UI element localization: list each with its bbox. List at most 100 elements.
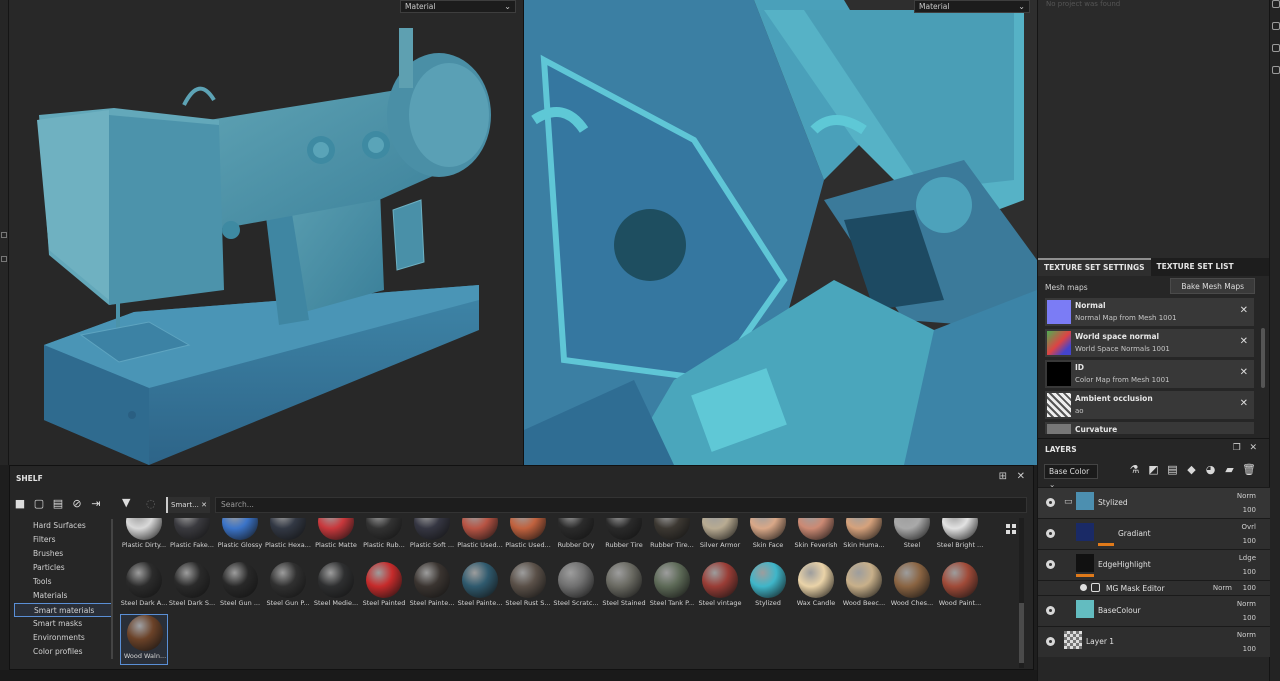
material-thumbnail[interactable]: Steel Painted bbox=[360, 562, 408, 613]
material-thumbnail[interactable]: Plastic Matte bbox=[312, 518, 360, 555]
material-thumbnail[interactable]: Steel bbox=[888, 518, 936, 555]
close-icon[interactable]: ✕ bbox=[1240, 336, 1248, 347]
layer-opacity[interactable]: 100 bbox=[1243, 614, 1256, 622]
material-thumbnail[interactable]: Plastic Soft ... bbox=[408, 518, 456, 555]
new-item-icon[interactable]: ▢ bbox=[33, 498, 45, 510]
hide-icon[interactable]: ⊘ bbox=[71, 498, 83, 510]
visibility-eye-icon[interactable] bbox=[1046, 529, 1055, 538]
layer-row[interactable]: BaseColour Norm 100 bbox=[1038, 595, 1270, 626]
material-grid-scrollbar[interactable] bbox=[1019, 518, 1024, 668]
toolbar-icon[interactable] bbox=[1272, 22, 1280, 30]
layer-opacity[interactable]: 100 bbox=[1243, 568, 1256, 576]
viewport-3d-mode-dropdown[interactable]: Material ⌄ bbox=[400, 0, 516, 13]
active-filter-chip[interactable]: Smart... ✕ bbox=[166, 497, 210, 513]
mesh-map-normal[interactable]: Normal Normal Map from Mesh 1001 ✕ bbox=[1045, 298, 1254, 326]
material-thumbnail[interactable]: Steel Medie... bbox=[312, 562, 360, 613]
material-thumbnail[interactable]: Steel Rust S... bbox=[504, 562, 552, 613]
close-icon[interactable]: ✕ bbox=[1017, 471, 1025, 482]
tool-icon[interactable] bbox=[1, 232, 7, 238]
sort-icon[interactable]: ◌ bbox=[146, 497, 156, 510]
import-icon[interactable]: ⇥ bbox=[90, 498, 102, 510]
material-thumbnail[interactable]: Wood Paint... bbox=[936, 562, 984, 613]
viewport-3d[interactable]: Material ⌄ bbox=[9, 0, 523, 465]
material-thumbnail[interactable]: Plastic Hexa... bbox=[264, 518, 312, 555]
material-thumbnail[interactable]: Plastic Glossy bbox=[216, 518, 264, 555]
maximize-icon[interactable]: ⊞ bbox=[999, 471, 1007, 482]
grid-view-icon[interactable] bbox=[1006, 524, 1016, 534]
shelf-search-input[interactable]: Search... bbox=[215, 497, 1027, 513]
layer-opacity[interactable]: 100 bbox=[1243, 506, 1256, 514]
toolbar-icon[interactable] bbox=[1272, 0, 1280, 8]
material-thumbnail[interactable]: Stylized bbox=[744, 562, 792, 613]
close-icon[interactable]: ✕ bbox=[1240, 398, 1248, 409]
material-thumbnail[interactable]: Steel Scratc... bbox=[552, 562, 600, 613]
material-thumbnail[interactable]: Steel Gun P... bbox=[264, 562, 312, 613]
layer-opacity[interactable]: 100 bbox=[1243, 584, 1256, 592]
category-hard-surfaces[interactable]: Hard Surfaces bbox=[14, 519, 113, 533]
close-icon[interactable]: ✕ bbox=[1240, 305, 1248, 316]
toolbar-icon[interactable] bbox=[1272, 66, 1280, 74]
material-thumbnail[interactable]: Steel Dark A... bbox=[120, 562, 168, 613]
layer-opacity[interactable]: 100 bbox=[1243, 645, 1256, 653]
category-tools[interactable]: Tools bbox=[14, 575, 113, 589]
material-thumbnail[interactable]: Silver Armor bbox=[696, 518, 744, 555]
material-thumbnail[interactable]: Rubber Tire bbox=[600, 518, 648, 555]
material-thumbnail[interactable]: Plastic Used... bbox=[456, 518, 504, 555]
category-filters[interactable]: Filters bbox=[14, 533, 113, 547]
category-color-profiles[interactable]: Color profiles bbox=[14, 645, 113, 659]
material-thumbnail[interactable]: Steel vintage bbox=[696, 562, 744, 613]
tab-texture-set-list[interactable]: TEXTURE SET LIST bbox=[1151, 258, 1240, 276]
layer-row[interactable]: ▭ Stylized Norm 100 bbox=[1038, 487, 1270, 518]
mesh-map-world-space-normal[interactable]: World space normal World Space Normals 1… bbox=[1045, 329, 1254, 357]
add-paint-layer-icon[interactable]: ◕ bbox=[1204, 463, 1217, 476]
bake-mesh-maps-button[interactable]: Bake Mesh Maps bbox=[1170, 278, 1255, 294]
layer-blend-mode[interactable]: Norm bbox=[1237, 631, 1256, 639]
category-particles[interactable]: Particles bbox=[14, 561, 113, 575]
visibility-eye-icon[interactable] bbox=[1046, 637, 1055, 646]
material-thumbnail[interactable]: Wood Waln... bbox=[120, 614, 168, 665]
panel-controls[interactable]: ❐ ✕ bbox=[1233, 443, 1257, 453]
add-effect-icon[interactable]: ⚗ bbox=[1128, 463, 1141, 476]
layer-blend-mode[interactable]: Ldge bbox=[1239, 554, 1256, 562]
material-thumbnail[interactable]: Plastic Used... bbox=[504, 518, 552, 555]
category-scrollbar[interactable] bbox=[111, 519, 113, 659]
viewport-2d-mode-dropdown[interactable]: Material ⌄ bbox=[914, 0, 1030, 13]
visibility-eye-icon[interactable] bbox=[1046, 606, 1055, 615]
layer-row[interactable]: Gradiant Ovrl 100 bbox=[1038, 518, 1270, 549]
material-thumbnail[interactable]: Steel Bright ... bbox=[936, 518, 984, 555]
layer-row[interactable]: EdgeHighlight Ldge 100 bbox=[1038, 549, 1270, 580]
layer-blend-mode[interactable]: Norm bbox=[1237, 492, 1256, 500]
save-icon[interactable]: ▤ bbox=[52, 498, 64, 510]
tool-icon[interactable] bbox=[1, 256, 7, 262]
layer-row[interactable]: Layer 1 Norm 100 bbox=[1038, 626, 1270, 657]
category-materials[interactable]: Materials bbox=[14, 589, 113, 603]
material-thumbnail[interactable]: Steel Painte... bbox=[456, 562, 504, 613]
material-thumbnail[interactable]: Skin Face bbox=[744, 518, 792, 555]
visibility-eye-icon[interactable] bbox=[1080, 584, 1087, 591]
mesh-map-ambient-occlusion[interactable]: Ambient occlusion ao ✕ bbox=[1045, 391, 1254, 419]
category-smart-materials[interactable]: Smart materials bbox=[14, 603, 113, 617]
layer-blend-mode[interactable]: Ovrl bbox=[1242, 523, 1256, 531]
mesh-map-id[interactable]: ID Color Map from Mesh 1001 ✕ bbox=[1045, 360, 1254, 388]
material-thumbnail[interactable]: Rubber Dry bbox=[552, 518, 600, 555]
folder-icon[interactable]: ■ bbox=[14, 498, 26, 510]
visibility-eye-icon[interactable] bbox=[1046, 560, 1055, 569]
add-layer-icon[interactable]: ▤ bbox=[1166, 463, 1179, 476]
add-folder-icon[interactable]: ▰ bbox=[1223, 463, 1236, 476]
material-thumbnail[interactable]: Rubber Tire... bbox=[648, 518, 696, 555]
material-thumbnail[interactable]: Wax Candle bbox=[792, 562, 840, 613]
category-brushes[interactable]: Brushes bbox=[14, 547, 113, 561]
material-thumbnail[interactable]: Skin Huma... bbox=[840, 518, 888, 555]
add-fill-layer-icon[interactable]: ◆ bbox=[1185, 463, 1198, 476]
material-thumbnail[interactable]: Skin Feverish bbox=[792, 518, 840, 555]
delete-icon[interactable]: 🗑 bbox=[1242, 463, 1256, 476]
material-thumbnail[interactable]: Steel Tank P... bbox=[648, 562, 696, 613]
material-thumbnail[interactable]: Plastic Dirty... bbox=[120, 518, 168, 555]
visibility-eye-icon[interactable] bbox=[1046, 498, 1055, 507]
toolbar-icon[interactable] bbox=[1272, 44, 1280, 52]
material-thumbnail[interactable]: Wood Ches... bbox=[888, 562, 936, 613]
material-thumbnail[interactable]: Steel Dark S... bbox=[168, 562, 216, 613]
layer-blend-mode[interactable]: Norm bbox=[1237, 600, 1256, 608]
filter-icon[interactable]: ▼ bbox=[122, 496, 130, 509]
layer-blend-mode[interactable]: Norm bbox=[1213, 584, 1232, 592]
